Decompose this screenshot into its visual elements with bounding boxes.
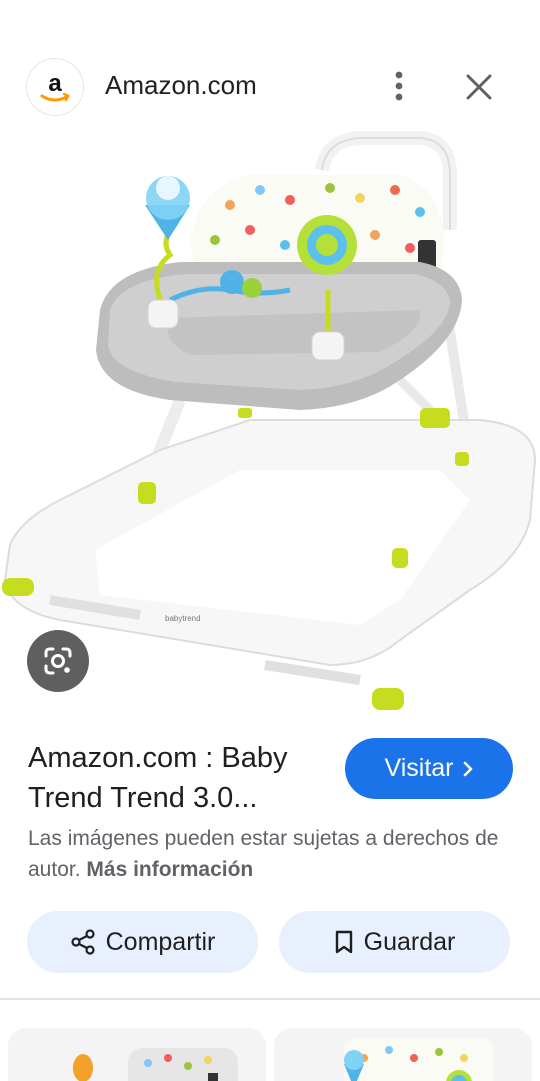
title-line-2: Trend Trend 3.0... [28,782,258,814]
save-button[interactable]: Guardar [279,911,510,973]
header: a Amazon.com [0,56,540,118]
related-result-thumbnail [274,1028,532,1081]
share-label: Compartir [105,927,216,956]
product-image[interactable]: babytrend [0,125,540,725]
amazon-logo-letter: a [48,70,62,97]
brand-mark: babytrend [165,614,201,623]
title-line-1: Amazon.com : Baby [28,742,288,774]
bookmark-icon [335,930,352,954]
chevron-right-icon [463,761,472,776]
divider [0,998,540,1000]
amazon-logo-glyph: a [40,70,70,102]
related-result-card[interactable] [8,1028,266,1081]
more-vert-icon [395,71,403,101]
more-options-button[interactable] [382,66,416,106]
close-icon [466,74,492,100]
lens-icon [44,647,72,675]
share-button[interactable]: Compartir [27,911,258,973]
more-info-link[interactable]: Más información [86,858,253,881]
copyright-notice: Las imágenes pueden estar sujetas a dere… [28,823,528,885]
visit-label: Visitar [384,754,454,782]
related-result-card[interactable] [274,1028,532,1081]
site-name[interactable]: Amazon.com [105,70,257,101]
share-icon [71,929,95,955]
save-label: Guardar [363,927,456,956]
image-preview-sheet: a Amazon.com babytrend Amazon.com: Baby… [0,0,540,1081]
related-result-thumbnail [8,1028,266,1081]
close-button[interactable] [458,66,500,108]
amazon-logo-icon[interactable]: a [26,58,84,116]
baby-walker-image: babytrend [2,131,537,710]
lens-search-button[interactable] [27,630,89,692]
visit-button[interactable]: Visitar [345,738,513,799]
result-title[interactable]: Amazon.com : Baby Trend Trend 3.0... [28,738,328,818]
